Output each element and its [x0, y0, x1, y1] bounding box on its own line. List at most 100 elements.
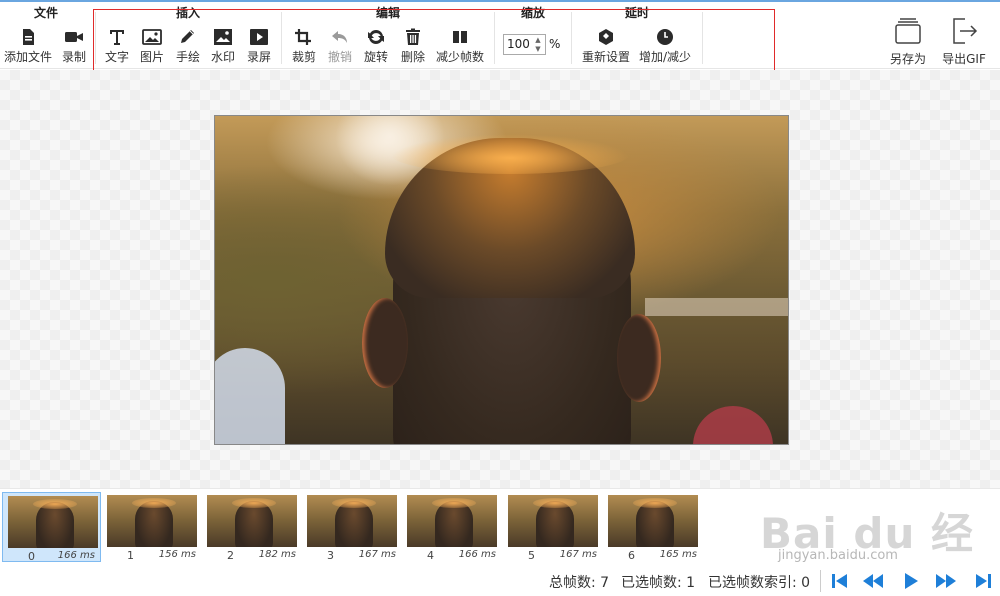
- divider: [281, 12, 282, 64]
- play-icon[interactable]: [900, 571, 922, 591]
- insert-watermark-button[interactable]: 水印: [203, 28, 243, 68]
- frame-index: 1: [127, 549, 134, 562]
- insert-text-button[interactable]: 文字: [97, 28, 137, 68]
- save-as-button[interactable]: 另存为: [878, 16, 938, 68]
- add-file-label: 添加文件: [3, 50, 53, 64]
- zoom-unit: %: [549, 37, 561, 51]
- hexagon-icon: [599, 29, 613, 45]
- thumbnail-image: [207, 495, 297, 547]
- insert-image-label: 图片: [139, 50, 165, 64]
- delay-adjust-label: 增加/减少: [638, 50, 692, 64]
- thumbnail-image: [8, 496, 98, 548]
- frame-index: 2: [227, 549, 234, 562]
- group-title-insert: 插入: [175, 6, 200, 20]
- rotate-icon: [368, 30, 384, 44]
- delay-reset-label: 重新设置: [581, 50, 631, 64]
- group-title-file: 文件: [33, 6, 58, 20]
- delay-adjust-button[interactable]: 增加/减少: [639, 28, 691, 68]
- crop-button[interactable]: 裁剪: [284, 28, 324, 68]
- zoom-spinbox[interactable]: 100 ▲ ▼: [503, 34, 546, 55]
- undo-button[interactable]: 撤销: [320, 28, 360, 68]
- frame-thumbnail[interactable]: 5 167 ms: [503, 492, 602, 562]
- trash-icon: [406, 28, 420, 45]
- total-frames-status: 总帧数: 7: [549, 575, 610, 591]
- insert-text-label: 文字: [104, 50, 130, 64]
- insert-screen-record-label: 录屏: [246, 50, 272, 64]
- undo-icon: [332, 31, 347, 43]
- current-frame-preview[interactable]: [214, 115, 789, 445]
- frame-duration: 166 ms: [458, 549, 496, 560]
- photo-left-ear: [362, 298, 408, 388]
- frame-index: 4: [427, 549, 434, 562]
- divider: [494, 12, 495, 64]
- image-icon: [142, 29, 162, 45]
- frame-index: 5: [528, 549, 535, 562]
- frame-thumbnail[interactable]: 2 182 ms: [202, 492, 301, 562]
- record-button[interactable]: 录制: [54, 28, 94, 68]
- status-bar: 总帧数: 7 已选帧数: 1 已选帧数索引: 0: [0, 566, 1000, 596]
- next-frame-icon[interactable]: [935, 571, 957, 591]
- selected-frames-status: 已选帧数: 1: [621, 575, 696, 591]
- frame-duration: 156 ms: [158, 549, 196, 560]
- watermark-image-icon: [214, 29, 232, 45]
- delete-button[interactable]: 删除: [393, 28, 433, 68]
- canvas-area[interactable]: [0, 70, 1000, 488]
- add-file-button[interactable]: 添加文件: [4, 28, 52, 68]
- frame-thumbnail[interactable]: 4 166 ms: [402, 492, 501, 562]
- insert-image-button[interactable]: 图片: [132, 28, 172, 68]
- export-gif-label: 导出GIF: [942, 52, 986, 66]
- frame-thumbnail[interactable]: 3 167 ms: [302, 492, 401, 562]
- reduce-frames-button[interactable]: 减少帧数: [436, 28, 484, 68]
- photo-background-person: [693, 406, 773, 444]
- delay-reset-button[interactable]: 重新设置: [582, 28, 630, 68]
- insert-draw-label: 手绘: [175, 50, 201, 64]
- crop-icon: [295, 29, 311, 45]
- crop-label: 裁剪: [291, 50, 317, 64]
- frame-duration: 165 ms: [659, 549, 697, 560]
- zoom-increase-icon[interactable]: ▲: [534, 36, 542, 44]
- stack-icon: [895, 18, 921, 44]
- export-gif-button[interactable]: 导出GIF: [934, 16, 994, 68]
- divider: [702, 12, 703, 64]
- frame-thumbnail[interactable]: 0 166 ms: [2, 492, 101, 563]
- text-t-icon: [110, 30, 124, 45]
- photo-background-stripe: [645, 298, 788, 316]
- record-label: 录制: [61, 50, 87, 64]
- delete-label: 删除: [400, 50, 426, 64]
- previous-frame-icon[interactable]: [862, 571, 884, 591]
- frame-photo: [215, 116, 788, 444]
- frame-duration: 182 ms: [258, 549, 296, 560]
- frame-duration: 167 ms: [358, 549, 396, 560]
- frame-thumbnail[interactable]: 6 165 ms: [603, 492, 702, 562]
- rotate-button[interactable]: 旋转: [356, 28, 396, 68]
- document-icon: [23, 29, 34, 45]
- clock-icon: [657, 29, 673, 45]
- frame-thumbnail[interactable]: 1 156 ms: [102, 492, 201, 562]
- reduce-frames-label: 减少帧数: [435, 50, 485, 64]
- insert-screen-record-button[interactable]: 录屏: [239, 28, 279, 68]
- undo-label: 撤销: [327, 50, 353, 64]
- zoom-value[interactable]: 100: [507, 37, 530, 51]
- divider: [820, 570, 821, 592]
- photo-hair-glow: [390, 134, 630, 174]
- last-frame-icon[interactable]: [972, 571, 994, 591]
- group-title-edit: 编辑: [375, 6, 400, 20]
- divider: [95, 12, 96, 64]
- exit-icon: [953, 18, 978, 44]
- zoom-decrease-icon[interactable]: ▼: [534, 45, 542, 53]
- watermark-url: jingyan.baidu.com: [778, 548, 898, 563]
- insert-draw-button[interactable]: 手绘: [168, 28, 208, 68]
- frame-index: 3: [327, 549, 334, 562]
- frame-index: 6: [628, 549, 635, 562]
- selected-index-status: 已选帧数索引: 0: [708, 575, 811, 591]
- video-camera-icon: [65, 32, 83, 42]
- reduce-frames-icon: [453, 29, 467, 45]
- photo-right-ear: [617, 314, 661, 402]
- first-frame-icon[interactable]: [829, 571, 851, 591]
- group-title-delay: 延时: [624, 6, 649, 20]
- frame-duration: 166 ms: [57, 550, 95, 561]
- divider: [571, 12, 572, 64]
- save-as-label: 另存为: [889, 52, 926, 66]
- rotate-label: 旋转: [363, 50, 389, 64]
- thumbnail-image: [107, 495, 197, 547]
